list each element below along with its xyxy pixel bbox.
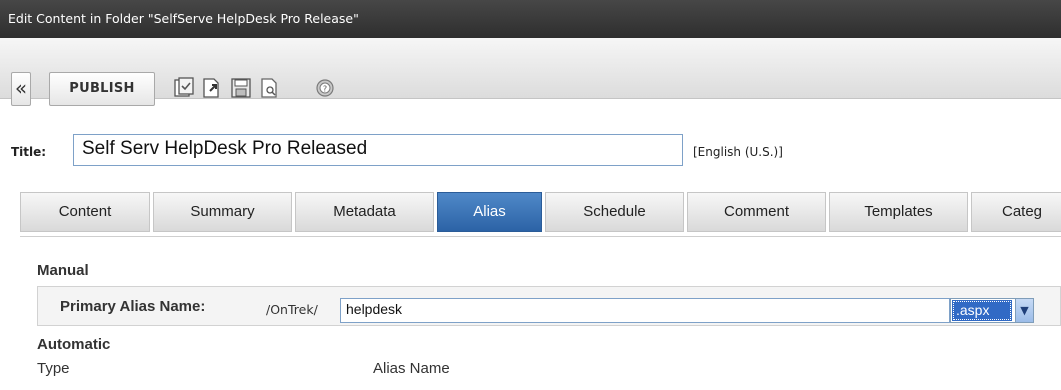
tab-summary[interactable]: Summary [153, 192, 292, 232]
back-button[interactable]: « [11, 72, 31, 106]
help-icon[interactable]: ? [314, 77, 336, 99]
primary-alias-input[interactable]: helpdesk [340, 298, 950, 323]
tab-alias[interactable]: Alias [437, 192, 542, 232]
tab-templates[interactable]: Templates [829, 192, 968, 232]
toolbar [0, 38, 1061, 99]
svg-text:?: ? [323, 85, 327, 94]
tab-comment[interactable]: Comment [687, 192, 826, 232]
tab-divider [20, 236, 1061, 237]
tab-metadata[interactable]: Metadata [295, 192, 434, 232]
title-label: Title: [11, 145, 47, 159]
manual-heading: Manual [37, 262, 89, 279]
tab-schedule[interactable]: Schedule [545, 192, 684, 232]
title-input[interactable]: Self Serv HelpDesk Pro Released [73, 134, 683, 166]
column-header-alias-name: Alias Name [373, 360, 450, 377]
automatic-heading: Automatic [37, 336, 111, 353]
column-header-type: Type [37, 360, 70, 377]
extension-selected-value[interactable]: .aspx [952, 300, 1012, 321]
tab-category[interactable]: Categ [971, 192, 1061, 232]
preview-icon[interactable] [258, 77, 280, 99]
window-titlebar: Edit Content in Folder "SelfServe HelpDe… [0, 0, 1061, 38]
window-title: Edit Content in Folder "SelfServe HelpDe… [8, 11, 359, 26]
tab-content[interactable]: Content [20, 192, 150, 232]
primary-alias-label: Primary Alias Name: [60, 298, 206, 315]
language-label: [English (U.S.)] [693, 145, 783, 159]
save-icon[interactable] [230, 77, 252, 99]
alias-prefix: /OnTrek/ [266, 302, 318, 317]
publish-button[interactable]: PUBLISH [49, 72, 155, 106]
submit-icon[interactable] [201, 77, 223, 99]
checkin-icon[interactable] [173, 77, 195, 99]
chevron-down-icon[interactable]: ▼ [1015, 299, 1033, 322]
